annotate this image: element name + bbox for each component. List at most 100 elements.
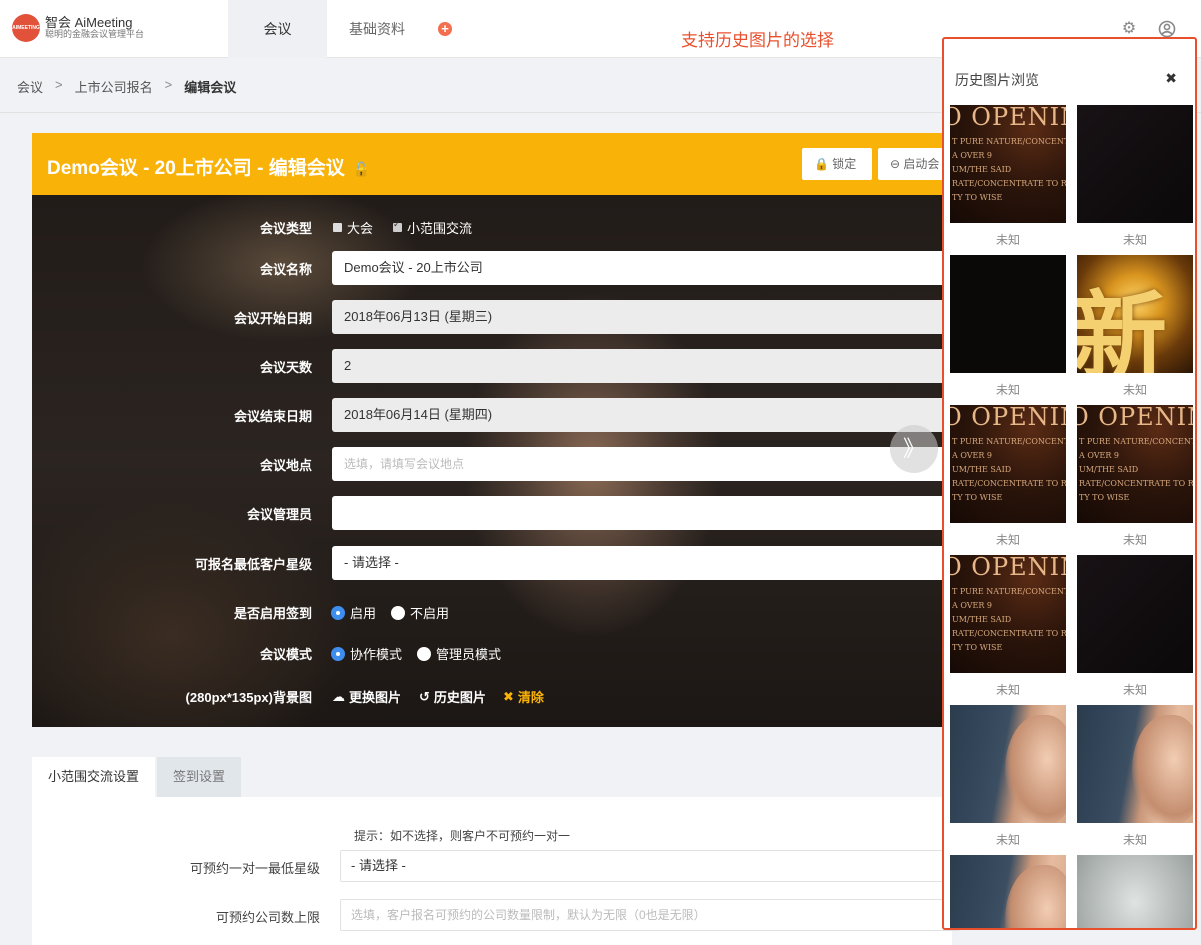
settings-tabs: 小范围交流设置 签到设置 (32, 757, 242, 797)
admin-input[interactable] (332, 496, 952, 530)
end-date-input[interactable]: 2018年06月14日 (星期四) (332, 398, 952, 432)
history-thumbnail[interactable] (1077, 105, 1193, 223)
radio-admin-label: 管理员模式 (436, 647, 502, 662)
thumbnail-body-text: A OVER 9 (952, 451, 993, 460)
days-input[interactable]: 2 (332, 349, 952, 383)
radio-icon (417, 646, 431, 661)
history-image-button[interactable]: ↺ 历史图片 (419, 687, 486, 706)
thumbnail-body-text: T PURE NATURE/CONCENT (952, 437, 1066, 446)
thumbnail-caption: 未知 (1122, 833, 1147, 847)
lock-button-label: 锁定 (832, 157, 857, 171)
lock-button[interactable]: 🔒 锁定 (802, 148, 872, 180)
thumbnail-caption: 未知 (995, 383, 1020, 397)
company-limit-label: 可预约公司数上限 (215, 910, 320, 925)
radio-collab-label: 协作模式 (350, 647, 403, 662)
gear-icon[interactable]: ⚙ (1120, 20, 1138, 38)
thumbnail-caption: 未知 (1122, 233, 1147, 247)
thumbnail-title-text: O OPENIN (1077, 405, 1193, 431)
history-thumbnail[interactable] (1077, 855, 1193, 928)
bg-image-label: (280px*135px)背景图 (185, 690, 312, 705)
breadcrumb-listed-company[interactable]: 上市公司报名 (75, 77, 153, 96)
thumbnail-caption: 未知 (1122, 383, 1147, 397)
thumbnail-caption: 未知 (995, 533, 1020, 547)
history-thumbnail[interactable] (950, 855, 1066, 928)
thumbnail-body-text: UM/THE SAID (1079, 465, 1139, 474)
checkbox-checked-icon (393, 219, 402, 232)
tab-small-exchange-settings[interactable]: 小范围交流设置 (32, 757, 156, 797)
company-limit-input[interactable]: 选填，客户报名可预约的公司数量限制，默认为无限（0也是无限） (340, 899, 960, 931)
history-thumbnail[interactable] (950, 705, 1066, 823)
thumbnail-body-text: TY TO WISE (952, 193, 1003, 202)
page-title-text: Demo会议 - 20上市公司 - 编辑会议 (47, 158, 345, 179)
thumbnail-glyph: 新 (1077, 280, 1167, 373)
add-icon[interactable]: + (438, 22, 452, 36)
location-input[interactable]: 选填，请填写会议地点 (332, 447, 952, 481)
card-header: Demo会议 - 20上市公司 - 编辑会议 🔓 🔒 锁定 ⊖ 启动会 (32, 133, 952, 195)
thumbnail-caption: 未知 (995, 683, 1020, 697)
minus-circle-icon: ⊖ (890, 157, 901, 171)
tab-checkin-settings[interactable]: 签到设置 (157, 757, 242, 797)
thumbnail-caption: 未知 (1122, 683, 1147, 697)
history-thumbnail[interactable]: O OPENIN T PURE NATURE/CONCENT A OVER 9 UM/… (950, 555, 1066, 673)
history-thumbnail[interactable]: O OPENIN T PURE NATURE/CONCENT A OVER 9 UM/… (950, 405, 1066, 523)
history-thumbnail[interactable]: O OPENIN T PURE NATURE/CONCENT A OVER 9 UM/… (1077, 405, 1193, 523)
next-arrow-icon[interactable]: 》 (890, 425, 938, 473)
thumbnail-title-text: O OPENIN (950, 105, 1066, 131)
thumbnail-body-text: TY TO WISE (952, 643, 1003, 652)
thumbnail-title-text: O OPENIN (950, 405, 1066, 431)
thumbnail-body-text: T PURE NATURE/CONCENT (952, 587, 1066, 596)
thumbnail-body-text: A OVER 9 (952, 601, 993, 610)
page-title: Demo会议 - 20上市公司 - 编辑会议 🔓 (47, 153, 370, 180)
change-image-button[interactable]: ☁ 更换图片 (332, 687, 401, 706)
checkbox-small-exchange[interactable]: 小范围交流 (393, 218, 472, 237)
checkbox-small-label: 小范围交流 (407, 221, 473, 236)
app-logo[interactable]: AIMEETING 智会 AiMeeting 聪明的金融会议管理平台 (12, 14, 144, 42)
end-date-label: 会议结束日期 (233, 409, 312, 424)
thumbnail-body-text: RATE/CONCENTRATE TO RETURN (952, 479, 1066, 488)
radio-checkin-enable[interactable]: 启用 (331, 603, 376, 622)
nav-tab-basic-data[interactable]: 基础资料 (333, 0, 421, 58)
hint-text: 提示：如不选择，则客户不可预约一对一 (354, 829, 571, 843)
radio-checkin-disable[interactable]: 不启用 (391, 603, 449, 622)
history-thumbnail[interactable]: 新 (1077, 255, 1193, 373)
close-icon[interactable]: ✖ (1165, 70, 1177, 87)
history-image-panel: 历史图片浏览 ✖ O OPENIN T PURE NATURE/CONCENT A … (942, 37, 1197, 930)
meeting-name-input[interactable]: Demo会议 - 20上市公司 (332, 251, 952, 285)
breadcrumb-meeting[interactable]: 会议 (17, 77, 43, 96)
radio-mode-admin[interactable]: 管理员模式 (417, 644, 501, 663)
history-thumbnail[interactable] (950, 255, 1066, 373)
settings-panel: 提示：如不选择，则客户不可预约一对一 可预约一对一最低星级 - 请选择 - 可预… (32, 797, 960, 945)
history-thumbnail[interactable]: O OPENIN T PURE NATURE/CONCENT A OVER 9 UM/… (950, 105, 1066, 223)
thumbnail-body-text: A OVER 9 (952, 151, 993, 160)
unlock-icon[interactable]: 🔓 (353, 161, 370, 178)
thumbnail-body-text: T PURE NATURE/CONCENT (1079, 437, 1193, 446)
clear-image-button[interactable]: ✖ 清除 (503, 687, 544, 706)
chevron-right-icon: > (55, 77, 63, 92)
breadcrumb: 会议 > 上市公司报名 > 编辑会议 (17, 77, 236, 96)
admin-label: 会议管理员 (246, 507, 312, 522)
days-label: 会议天数 (259, 360, 312, 375)
history-panel-title: 历史图片浏览 (955, 72, 1039, 88)
checkbox-general[interactable]: 大会 (333, 218, 373, 237)
thumbnail-caption: 未知 (995, 233, 1020, 247)
one-on-one-star-select[interactable]: - 请选择 - (340, 850, 960, 882)
history-thumbnail[interactable] (1077, 555, 1193, 673)
thumbnail-body-text: TY TO WISE (952, 493, 1003, 502)
start-button[interactable]: ⊖ 启动会 (878, 148, 952, 180)
min-star-select[interactable]: - 请选择 - (332, 546, 952, 580)
logo-mark: AIMEETING (12, 14, 40, 42)
thumbnail-caption: 未知 (1122, 533, 1147, 547)
radio-mode-collab[interactable]: 协作模式 (331, 644, 402, 663)
radio-enable-label: 启用 (350, 606, 377, 621)
close-icon: ✖ (503, 688, 514, 704)
nav-tab-meeting[interactable]: 会议 (228, 0, 327, 58)
min-star-label: 可报名最低客户星级 (194, 557, 312, 572)
clear-image-label: 清除 (517, 690, 544, 705)
meeting-type-label: 会议类型 (259, 221, 312, 236)
user-icon[interactable] (1158, 20, 1176, 38)
history-thumbnail[interactable] (1077, 705, 1193, 823)
chevron-right-icon: > (164, 77, 173, 92)
thumbnail-body-text: RATE/CONCENTRATE TO RETURN (1079, 479, 1193, 488)
start-date-input[interactable]: 2018年06月13日 (星期三) (332, 300, 952, 334)
thumbnail-caption: 未知 (995, 833, 1020, 847)
